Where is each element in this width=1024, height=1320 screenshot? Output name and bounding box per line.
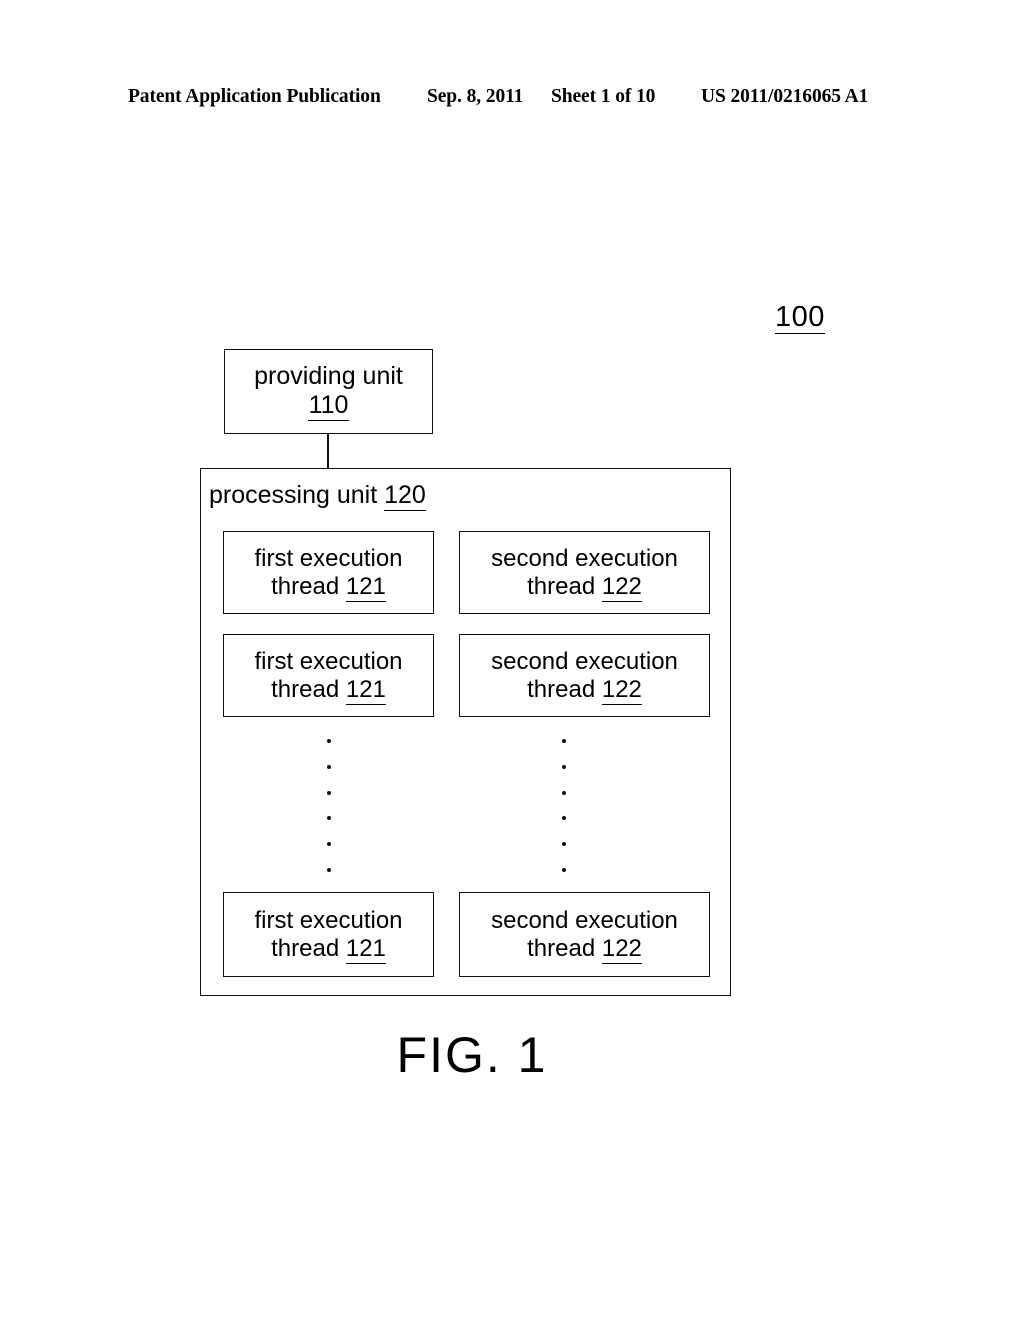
- vertical-ellipsis-right: [562, 739, 566, 872]
- ellipsis-dot: [562, 764, 566, 769]
- thread-label-word: thread: [271, 934, 340, 962]
- providing-unit-reference: 110: [307, 391, 350, 421]
- thread-label-line2: thread 121: [271, 572, 386, 602]
- second-execution-thread-box: second execution thread 122: [459, 634, 710, 717]
- processing-unit-reference: 120: [384, 481, 426, 511]
- thread-reference: 122: [601, 934, 642, 964]
- second-execution-thread-box: second execution thread 122: [459, 531, 710, 614]
- ellipsis-dot: [562, 739, 566, 743]
- thread-label-line1: second execution: [491, 907, 678, 935]
- figure-caption-text: FIG. 1: [396, 1027, 548, 1083]
- thread-label-line1: first execution: [254, 907, 403, 935]
- thread-label-word: thread: [527, 934, 596, 962]
- thread-reference: 121: [345, 934, 386, 964]
- ellipsis-dot: [327, 739, 331, 743]
- thread-label-line2: thread 122: [527, 934, 642, 964]
- thread-label-line2: thread 121: [271, 934, 386, 964]
- second-execution-thread-box: second execution thread 122: [459, 892, 710, 977]
- first-execution-thread-box: first execution thread 121: [223, 531, 434, 614]
- ellipsis-dot: [327, 764, 331, 769]
- patent-figure: 100 providing unit 110 processing unit 1…: [0, 0, 1024, 1320]
- thread-label-line2: thread 121: [271, 675, 386, 705]
- ellipsis-dot: [327, 867, 331, 872]
- figure-caption: FIG. 1: [0, 1026, 1024, 1084]
- ellipsis-dot: [562, 842, 566, 847]
- ellipsis-dot: [327, 790, 331, 795]
- ellipsis-dot: [562, 790, 566, 795]
- providing-unit-box: providing unit 110: [224, 349, 433, 434]
- thread-reference: 121: [345, 572, 386, 602]
- first-execution-thread-box: first execution thread 121: [223, 892, 434, 977]
- system-reference-numeral: 100: [775, 301, 825, 335]
- thread-label-word: thread: [527, 572, 596, 600]
- thread-reference: 121: [345, 675, 386, 705]
- processing-unit-box: processing unit 120 first execution thre…: [200, 468, 731, 996]
- thread-label-line1: first execution: [254, 545, 403, 573]
- thread-label-line1: second execution: [491, 648, 678, 676]
- thread-label-line2: thread 122: [527, 572, 642, 602]
- thread-label-line1: first execution: [254, 648, 403, 676]
- processing-unit-title: processing unit 120: [209, 481, 426, 511]
- thread-reference: 122: [601, 675, 642, 705]
- thread-reference: 122: [601, 572, 642, 602]
- thread-label-line1: second execution: [491, 545, 678, 573]
- ellipsis-dot: [327, 816, 331, 821]
- processing-unit-label: processing unit: [209, 481, 378, 509]
- providing-unit-label: providing unit: [254, 362, 403, 390]
- thread-label-word: thread: [271, 675, 340, 703]
- first-execution-thread-box: first execution thread 121: [223, 634, 434, 717]
- ellipsis-dot: [562, 867, 566, 872]
- ellipsis-dot: [562, 816, 566, 821]
- thread-label-line2: thread 122: [527, 675, 642, 705]
- providing-to-processing-connector: [327, 433, 329, 469]
- thread-label-word: thread: [271, 572, 340, 600]
- vertical-ellipsis-left: [327, 739, 331, 872]
- ellipsis-dot: [327, 842, 331, 847]
- thread-label-word: thread: [527, 675, 596, 703]
